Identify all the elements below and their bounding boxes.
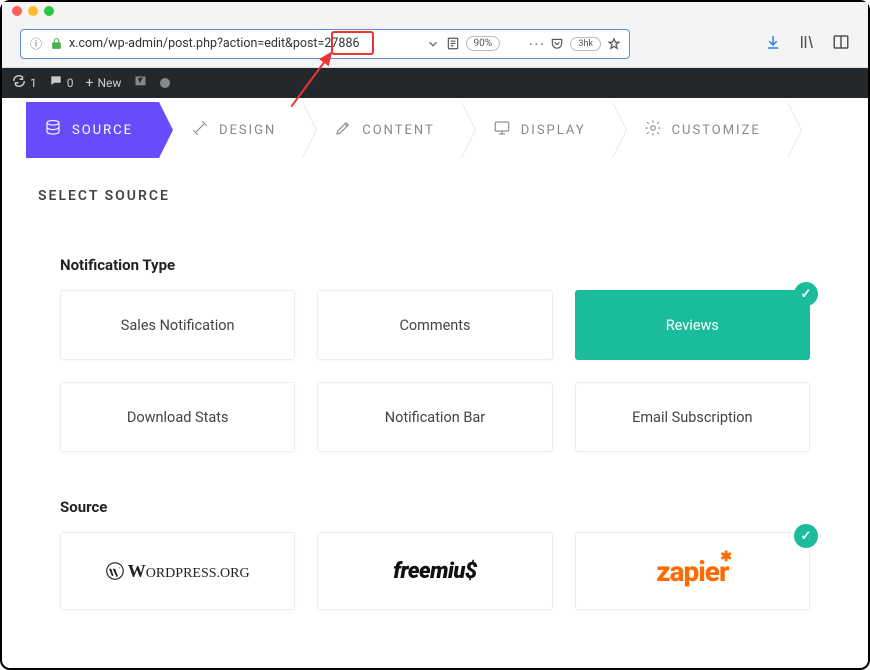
step-label: DISPLAY [521,123,586,138]
card-label: Sales Notification [121,317,235,334]
wp-updates[interactable]: 1 [12,74,37,92]
minimize-window-button[interactable] [28,6,38,16]
page-actions-icon[interactable]: ··· [530,37,544,51]
window-titlebar [2,2,868,20]
maximize-window-button[interactable] [44,6,54,16]
step-source[interactable]: SOURCE [26,102,159,158]
refresh-icon [12,74,26,92]
card-label: Reviews [666,317,719,334]
source-grid: WORDPRESS.ORG freemiu$ zapier✱ ✓ [60,532,810,610]
wp-updates-count: 1 [30,76,37,90]
wizard-steps: SOURCE DESIGN CONTENT DISPLAY CUSTOMIZE [2,102,868,158]
lock-icon [49,37,63,51]
step-customize[interactable]: CUSTOMIZE [612,102,787,158]
check-icon: ✓ [794,282,818,306]
info-icon: ⓘ [29,37,43,51]
step-label: CONTENT [362,123,435,138]
main-content: Notification Type Sales Notification Com… [2,204,868,610]
step-design[interactable]: DESIGN [159,102,302,158]
card-label: Email Subscription [632,409,752,426]
star-icon[interactable] [607,37,621,51]
download-icon[interactable] [764,33,782,55]
notification-type-grid: Sales Notification Comments Reviews ✓ Do… [60,290,810,452]
reader-mode-icon[interactable] [446,37,460,51]
wp-new[interactable]: + New [86,75,122,91]
dot-icon [160,78,170,88]
check-icon: ✓ [794,524,818,548]
card-comments[interactable]: Comments [317,290,552,360]
database-icon [44,119,62,141]
library-icon[interactable] [798,33,816,55]
step-label: SOURCE [72,123,133,138]
card-wordpress[interactable]: WORDPRESS.ORG [60,532,295,610]
wp-yoast[interactable] [133,74,148,93]
card-zapier[interactable]: zapier✱ ✓ [575,532,810,610]
freemius-logo: freemiu$ [393,559,477,584]
bookmark-tag[interactable]: 3hk [570,37,601,51]
wp-comments-count: 0 [67,76,74,90]
monitor-icon [493,119,511,141]
card-email-subscription[interactable]: Email Subscription [575,382,810,452]
step-display[interactable]: DISPLAY [461,102,612,158]
card-download-stats[interactable]: Download Stats [60,382,295,452]
step-content[interactable]: CONTENT [302,102,461,158]
gear-icon [644,119,662,141]
card-sales-notification[interactable]: Sales Notification [60,290,295,360]
wp-new-label: New [97,76,121,90]
card-notification-bar[interactable]: Notification Bar [317,382,552,452]
card-freemius[interactable]: freemiu$ [317,532,552,610]
comment-icon [49,74,63,92]
card-label: Comments [399,317,470,334]
card-label: Download Stats [127,409,229,426]
source-heading: Source [60,498,810,516]
sidebar-toggle-icon[interactable] [832,33,850,55]
chevron-down-icon[interactable] [426,37,440,51]
zoom-level[interactable]: 90% [466,36,501,51]
pocket-icon[interactable] [550,37,564,51]
wordpress-logo: WORDPRESS.ORG [106,561,250,582]
zapier-star-icon: ✱ [720,549,731,565]
address-bar[interactable]: ⓘ x.com/wp-admin/post.php?action=edit&po… [20,29,630,59]
wp-status-dot[interactable] [160,78,170,88]
yoast-icon [133,74,148,93]
card-reviews[interactable]: Reviews ✓ [575,290,810,360]
card-label: Notification Bar [385,409,485,426]
wp-admin-bar: 1 0 + New [2,68,868,98]
browser-toolbar: ⓘ x.com/wp-admin/post.php?action=edit&po… [2,20,868,68]
browser-right-controls [764,33,850,55]
notification-type-heading: Notification Type [60,256,810,274]
zapier-logo: zapier✱ [656,555,728,588]
step-label: CUSTOMIZE [672,123,761,138]
step-label: DESIGN [219,123,276,138]
wand-icon [191,119,209,141]
section-title: SELECT SOURCE [2,158,868,204]
wp-comments[interactable]: 0 [49,74,74,92]
plus-icon: + [86,75,94,91]
close-window-button[interactable] [12,6,22,16]
pencil-icon [334,119,352,141]
url-text: x.com/wp-admin/post.php?action=edit&post… [69,36,360,51]
